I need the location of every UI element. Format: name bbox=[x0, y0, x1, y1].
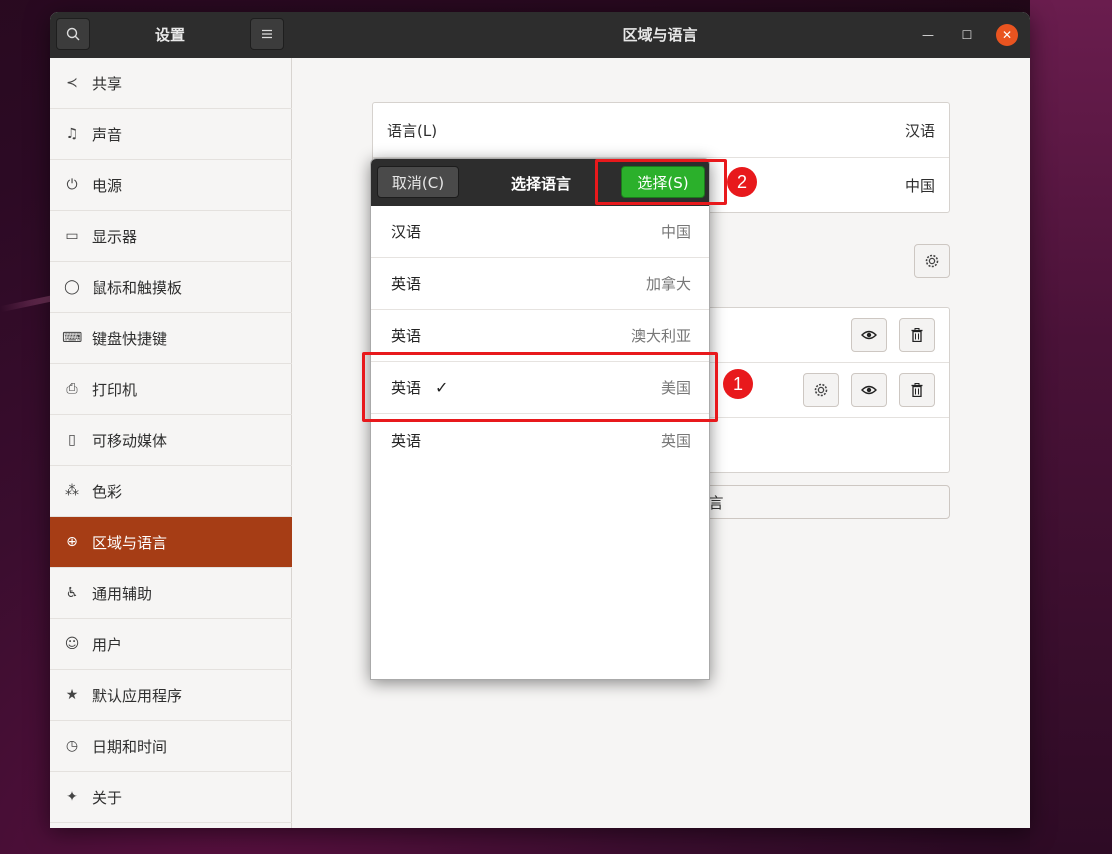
color-circles-icon: ⁂ bbox=[65, 483, 79, 499]
sidebar-item-label: 电源 bbox=[92, 176, 123, 195]
titlebar: 设置 区域与语言 — ☐ ✕ bbox=[50, 12, 1030, 58]
cancel-button[interactable]: 取消(C) bbox=[377, 166, 459, 198]
sidebar-item-label: 鼠标和触摸板 bbox=[92, 278, 183, 297]
sidebar-item-label: 声音 bbox=[92, 125, 123, 144]
keyboard-icon: ⌨ bbox=[62, 330, 83, 346]
language-region: 澳大利亚 bbox=[630, 327, 691, 345]
sidebar-item-sound[interactable]: ♫ 声音 bbox=[50, 109, 292, 160]
eye-icon bbox=[861, 330, 877, 340]
maximize-icon: ☐ bbox=[961, 28, 973, 42]
sidebar-item-printer[interactable]: ⎙ 打印机 bbox=[50, 364, 292, 415]
sidebar-item-label: 默认应用程序 bbox=[92, 686, 183, 705]
hamburger-icon bbox=[262, 29, 272, 39]
source-options-button[interactable] bbox=[803, 373, 839, 407]
sidebar-item-removable-media[interactable]: ▯ 可移动媒体 bbox=[50, 415, 292, 466]
sidebar-item-label: 显示器 bbox=[92, 227, 138, 246]
sidebar-item-label: 色彩 bbox=[92, 482, 123, 501]
format-value: 中国 bbox=[904, 177, 935, 195]
sparkle-icon: ✦ bbox=[66, 789, 78, 805]
trash-icon bbox=[911, 328, 923, 342]
manage-languages-label: 言 bbox=[708, 493, 724, 512]
language-region: 英国 bbox=[660, 431, 691, 450]
maximize-button[interactable]: ☐ bbox=[956, 24, 978, 46]
search-icon bbox=[66, 27, 80, 41]
annotation-box-step-2 bbox=[595, 159, 727, 205]
sidebar-item-label: 打印机 bbox=[92, 380, 138, 399]
sidebar-item-mouse[interactable]: ◯ 鼠标和触摸板 bbox=[50, 262, 292, 313]
language-name: 英语 bbox=[391, 327, 422, 345]
star-icon: ★ bbox=[65, 687, 79, 703]
sidebar-item-about[interactable]: ✦ 关于 bbox=[50, 772, 292, 823]
sidebar: ≺ 共享 ♫ 声音 ⏻ 电源 ▭ 显示器 ◯ 鼠标和触摸板 ⌨ 键盘快捷键 ⎙ 打印机 ▯ 可移… bbox=[50, 58, 292, 828]
sidebar-item-region-language[interactable]: ⊕ 区域与语言 bbox=[50, 517, 292, 568]
users-icon: ☺ bbox=[64, 636, 80, 652]
dialog-title: 选择语言 bbox=[510, 175, 571, 193]
sidebar-item-default-apps[interactable]: ★ 默认应用程序 bbox=[50, 670, 292, 721]
sidebar-item-accessibility[interactable]: ♿ 通用辅助 bbox=[50, 568, 292, 619]
minimize-icon: — bbox=[922, 28, 934, 42]
share-icon: ≺ bbox=[66, 75, 78, 91]
music-note-icon: ♫ bbox=[65, 126, 79, 142]
sidebar-item-label: 日期和时间 bbox=[92, 737, 168, 756]
remove-button[interactable] bbox=[899, 318, 935, 352]
globe-icon: ⊕ bbox=[66, 534, 78, 550]
eye-icon bbox=[861, 385, 877, 395]
settings-title: 设置 bbox=[154, 26, 185, 44]
annotation-badge-step-1: 1 bbox=[723, 369, 753, 399]
page-title: 区域与语言 bbox=[622, 26, 698, 44]
accessibility-icon: ♿ bbox=[65, 585, 79, 601]
trash-icon bbox=[911, 383, 923, 397]
language-name: 英语 bbox=[391, 275, 422, 293]
menu-button[interactable] bbox=[250, 18, 284, 50]
language-list-item[interactable]: 英语 加拿大 bbox=[371, 258, 709, 310]
language-label: 语言(L) bbox=[387, 121, 438, 140]
language-region: 中国 bbox=[660, 223, 691, 241]
sidebar-item-label: 关于 bbox=[92, 788, 123, 807]
sidebar-item-share[interactable]: ≺ 共享 bbox=[50, 58, 292, 109]
sidebar-item-power[interactable]: ⏻ 电源 bbox=[50, 160, 292, 211]
preview-button[interactable] bbox=[851, 318, 887, 352]
sidebar-item-label: 可移动媒体 bbox=[92, 431, 168, 450]
language-list-item[interactable]: 汉语 中国 bbox=[371, 206, 709, 258]
printer-icon: ⎙ bbox=[66, 381, 78, 397]
sidebar-item-color[interactable]: ⁂ 色彩 bbox=[50, 466, 292, 517]
display-icon: ▭ bbox=[65, 228, 79, 244]
mouse-icon: ◯ bbox=[64, 279, 80, 295]
input-source-options-button[interactable] bbox=[914, 244, 950, 278]
sidebar-item-keyboard[interactable]: ⌨ 键盘快捷键 bbox=[50, 313, 292, 364]
sidebar-item-date-time[interactable]: ◷ 日期和时间 bbox=[50, 721, 292, 772]
sidebar-item-label: 共享 bbox=[92, 74, 123, 93]
preview-button[interactable] bbox=[851, 373, 887, 407]
power-icon: ⏻ bbox=[66, 177, 78, 193]
language-row[interactable]: 语言(L) 汉语 bbox=[373, 103, 949, 158]
annotation-box-step-1 bbox=[362, 352, 718, 422]
gear-icon bbox=[814, 383, 828, 397]
close-button[interactable]: ✕ bbox=[996, 24, 1018, 46]
sidebar-item-label: 区域与语言 bbox=[92, 533, 168, 552]
close-icon: ✕ bbox=[1001, 28, 1013, 42]
remove-button[interactable] bbox=[899, 373, 935, 407]
minimize-button[interactable]: — bbox=[917, 24, 939, 46]
sidebar-item-label: 通用辅助 bbox=[92, 584, 153, 603]
gear-icon bbox=[925, 254, 939, 268]
language-value: 汉语 bbox=[904, 121, 935, 140]
desktop-background bbox=[1030, 0, 1112, 854]
usb-drive-icon: ▯ bbox=[68, 432, 76, 448]
annotation-badge-step-2: 2 bbox=[727, 167, 757, 197]
language-name: 汉语 bbox=[391, 223, 422, 241]
clock-icon: ◷ bbox=[65, 738, 79, 754]
sidebar-item-label: 用户 bbox=[92, 635, 123, 654]
language-name: 英语 bbox=[391, 431, 422, 450]
language-region: 加拿大 bbox=[645, 275, 691, 293]
sidebar-item-display[interactable]: ▭ 显示器 bbox=[50, 211, 292, 262]
sidebar-item-label: 键盘快捷键 bbox=[92, 329, 168, 348]
sidebar-item-users[interactable]: ☺ 用户 bbox=[50, 619, 292, 670]
search-button[interactable] bbox=[56, 18, 90, 50]
